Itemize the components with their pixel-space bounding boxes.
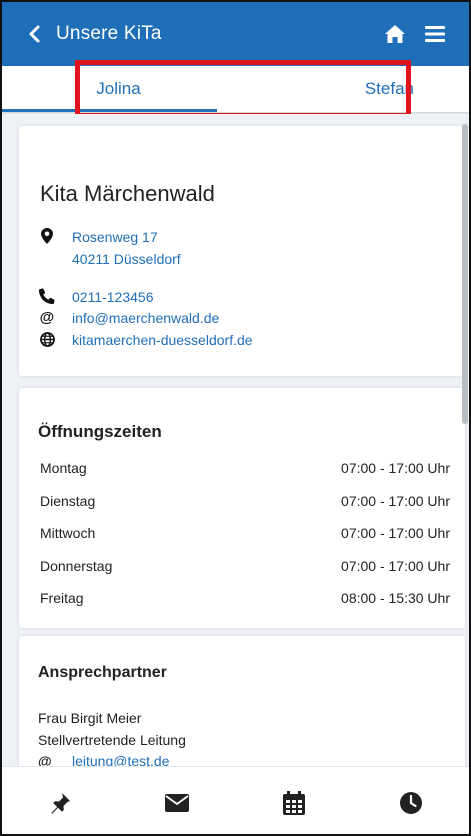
nav-messages-button[interactable] <box>137 773 217 833</box>
app-screen: Unsere KiTa Jolina Stefan Kita Märchenwa… <box>0 0 471 836</box>
opening-hours-list: Montag 07:00 - 17:00 Uhr Dienstag 07:00 … <box>40 452 450 615</box>
back-button[interactable] <box>12 2 56 66</box>
home-icon <box>385 25 405 43</box>
page-title: Unsere KiTa <box>56 23 162 44</box>
contact-name: Frau Birgit Meier <box>38 710 142 726</box>
hours-row: Donnerstag 07:00 - 17:00 Uhr <box>40 550 450 583</box>
hours-time: 07:00 - 17:00 Uhr <box>341 525 450 542</box>
kita-name: Kita Märchenwald <box>40 181 215 206</box>
address-street: Rosenweg 17 <box>72 229 158 245</box>
phone-icon <box>38 287 56 305</box>
calendar-icon <box>282 790 305 815</box>
pin-icon <box>51 792 71 814</box>
tab-label: Stefan <box>364 79 414 98</box>
phone-row: 0211-123456 <box>38 286 153 308</box>
child-tabs: Jolina Stefan <box>2 66 469 112</box>
tab-jolina[interactable]: Jolina <box>2 66 217 112</box>
email-row: @ info@maerchenwald.de <box>38 307 220 329</box>
address-city: 40211 Düsseldorf <box>72 251 181 267</box>
hours-row: Freitag 08:00 - 15:30 Uhr <box>40 582 450 615</box>
contact-email-row: @ leitung@test.de <box>38 753 170 766</box>
opening-hours-title: Öffnungszeiten <box>38 422 162 441</box>
chevron-left-icon <box>29 25 40 43</box>
hours-row: Montag 07:00 - 17:00 Uhr <box>40 452 450 485</box>
app-header: Unsere KiTa <box>2 2 469 66</box>
hours-day: Montag <box>40 460 87 477</box>
at-icon: @ <box>39 308 55 326</box>
hours-day: Donnerstag <box>40 557 113 574</box>
scrollbar-thumb[interactable] <box>462 124 468 424</box>
hours-time: 07:00 - 17:00 Uhr <box>341 460 450 477</box>
hours-day: Freitag <box>40 590 84 607</box>
address-row: Rosenweg 17 40211 Düsseldorf <box>38 226 181 270</box>
website-link[interactable]: kitamaerchen-duesseldorf.de <box>72 329 253 351</box>
content-area[interactable]: Kita Märchenwald Rosenweg 17 40211 Düsse… <box>2 114 469 766</box>
contact-email-link[interactable]: leitung@test.de <box>72 753 170 766</box>
hours-row: Mittwoch 07:00 - 17:00 Uhr <box>40 517 450 550</box>
phone-link[interactable]: 0211-123456 <box>72 286 153 308</box>
opening-hours-card: Öffnungszeiten Montag 07:00 - 17:00 Uhr … <box>19 388 465 628</box>
menu-button[interactable] <box>415 2 455 66</box>
hamburger-menu-icon <box>425 26 445 42</box>
nav-calendar-button[interactable] <box>254 773 334 833</box>
contact-role: Stellvertretende Leitung <box>38 732 186 748</box>
globe-icon <box>38 330 56 348</box>
hours-time: 07:00 - 17:00 Uhr <box>341 492 450 509</box>
hours-time: 07:00 - 17:00 Uhr <box>341 557 450 574</box>
email-link[interactable]: info@maerchenwald.de <box>72 307 219 329</box>
address-link[interactable]: Rosenweg 17 40211 Düsseldorf <box>72 226 181 270</box>
website-row: kitamaerchen-duesseldorf.de <box>38 329 253 351</box>
scrollbar[interactable] <box>462 114 468 654</box>
nav-times-button[interactable] <box>371 773 451 833</box>
kita-info-card: Kita Märchenwald Rosenweg 17 40211 Düsse… <box>19 126 465 376</box>
contact-person-card: Ansprechpartner Frau Birgit Meier Stellv… <box>19 636 465 766</box>
nav-pinboard-button[interactable] <box>20 773 100 833</box>
hours-day: Dienstag <box>40 492 96 509</box>
at-icon: @ <box>38 753 52 766</box>
hours-row: Dienstag 07:00 - 17:00 Uhr <box>40 485 450 518</box>
clock-icon <box>399 791 422 814</box>
tab-label: Jolina <box>96 79 141 98</box>
hours-day: Mittwoch <box>40 525 96 542</box>
home-button[interactable] <box>375 2 415 66</box>
map-marker-icon <box>38 227 56 245</box>
mail-icon <box>165 793 190 812</box>
hours-time: 08:00 - 15:30 Uhr <box>341 590 450 607</box>
contact-title: Ansprechpartner <box>38 664 167 681</box>
tab-stefan[interactable]: Stefan <box>217 66 469 112</box>
bottom-navigation <box>2 766 469 834</box>
